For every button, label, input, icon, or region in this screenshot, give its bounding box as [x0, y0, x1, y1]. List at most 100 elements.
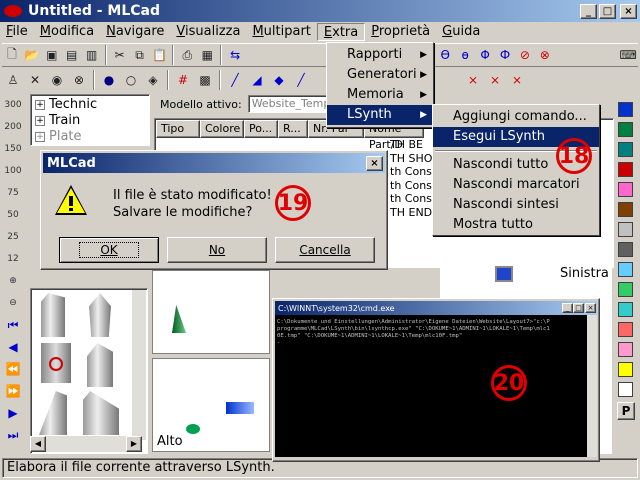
quad-icon[interactable]: ◆ — [268, 69, 290, 91]
select-icon[interactable]: ◉ — [46, 69, 68, 91]
cmd-minimize-button[interactable]: _ — [562, 303, 573, 313]
expand-icon[interactable]: + — [35, 116, 45, 126]
zoom-25-icon[interactable]: 25 — [2, 226, 24, 248]
menu-file[interactable]: File — [0, 23, 34, 41]
prev-step-icon[interactable]: ◀ — [2, 336, 24, 358]
cmd-close-button[interactable]: × — [585, 303, 596, 313]
menu-item-nascondi-marcatori[interactable]: Nascondi marcatori — [433, 175, 599, 195]
menu-multipart[interactable]: Multipart — [246, 23, 316, 41]
dialog-close-button[interactable]: × — [366, 155, 383, 171]
color-swatch[interactable] — [618, 242, 633, 257]
save-icon[interactable]: ▣ — [42, 44, 62, 66]
bulb-icon[interactable]: ● — [98, 69, 120, 91]
cut-icon[interactable]: ✂ — [110, 44, 130, 66]
last-step-icon[interactable]: ⏭ — [2, 424, 24, 446]
part-thumb[interactable] — [87, 343, 113, 387]
view-front[interactable] — [152, 270, 270, 354]
zoom-200-icon[interactable]: 200 — [2, 116, 24, 138]
menu-visualizza[interactable]: Visualizza — [170, 23, 246, 41]
col-colore[interactable]: Colore — [200, 120, 244, 138]
bulb-off-icon[interactable]: ○ — [120, 69, 142, 91]
zoom-fit-icon[interactable]: ⊕ — [2, 270, 24, 292]
first-step-icon[interactable]: ⏮ — [2, 314, 24, 336]
horizontal-scrollbar[interactable]: ◀ ▶ — [30, 436, 142, 452]
zoom-50-icon[interactable]: 50 — [2, 204, 24, 226]
rotate-free-icon[interactable]: ⊘ — [515, 44, 535, 66]
print-preview-icon[interactable]: ▦ — [197, 44, 217, 66]
condline-icon[interactable]: ╱ — [290, 69, 312, 91]
save-all-icon[interactable]: ▤ — [62, 44, 82, 66]
delete-icon[interactable]: ✕ — [24, 69, 46, 91]
minimize-button[interactable]: _ — [580, 3, 597, 19]
zoom-all-icon[interactable]: ⊖ — [2, 292, 24, 314]
menu-item-lsynth[interactable]: LSynth ▶ — [327, 105, 433, 125]
cmd-scrollbar[interactable] — [587, 315, 597, 457]
deselect-icon[interactable]: ⊗ — [68, 69, 90, 91]
color-swatch[interactable] — [618, 122, 633, 137]
scroll-left-icon[interactable]: ◀ — [30, 436, 46, 452]
color-swatch[interactable] — [618, 162, 633, 177]
color-swatch[interactable] — [618, 142, 633, 157]
col-posizione[interactable]: Po... — [244, 120, 278, 138]
hide-y-icon[interactable]: ⨯ — [484, 69, 506, 91]
part-thumb[interactable] — [89, 293, 111, 337]
menu-extra[interactable]: Extra — [316, 23, 366, 41]
maximize-button[interactable]: □ — [599, 3, 616, 19]
paste-icon[interactable]: 📋 — [149, 44, 169, 66]
next-step-icon[interactable]: ▶ — [2, 402, 24, 424]
color-swatch[interactable] — [618, 282, 633, 297]
expand-icon[interactable]: + — [35, 132, 45, 142]
save-as-icon[interactable]: ▥ — [82, 44, 102, 66]
hide-x-icon[interactable]: ⨯ — [462, 69, 484, 91]
cancel-button[interactable]: Cancella — [275, 237, 375, 263]
tree-item-technic[interactable]: + Technic — [35, 97, 145, 113]
color-swatch[interactable] — [618, 262, 633, 277]
hide-z-icon[interactable]: ⨯ — [506, 69, 528, 91]
zoom-150-icon[interactable]: 150 — [2, 138, 24, 160]
keyboard-icon[interactable]: ⌨ — [618, 44, 638, 66]
rotate-z-icon[interactable]: Φ — [475, 44, 495, 66]
color-swatch[interactable] — [618, 382, 633, 397]
move-left-icon[interactable]: ⇆ — [225, 44, 245, 66]
color-swatch[interactable] — [618, 322, 633, 337]
color-swatch[interactable] — [618, 302, 633, 317]
color-swatch[interactable] — [618, 342, 633, 357]
line-icon[interactable]: ╱ — [224, 69, 246, 91]
close-window-button[interactable]: × — [620, 3, 637, 19]
menu-item-nascondi-sintesi[interactable]: Nascondi sintesi — [433, 195, 599, 215]
person-icon[interactable]: ♙ — [2, 69, 24, 91]
cmd-console[interactable]: C:\Dokumente und Einstellungen\Administr… — [275, 315, 589, 457]
menu-modifica[interactable]: Modifica — [34, 23, 100, 41]
color-swatch[interactable] — [618, 182, 633, 197]
menu-item-aggiungi-comando[interactable]: Aggiungi comando... — [433, 107, 599, 127]
zoom-100-icon[interactable]: 100 — [2, 160, 24, 182]
new-file-icon[interactable]: 🗋 — [2, 44, 22, 66]
color-swatch[interactable] — [618, 362, 633, 377]
menu-item-memoria[interactable]: Memoria ▶ — [327, 85, 433, 105]
grid-icon[interactable]: # — [172, 69, 194, 91]
menu-proprieta[interactable]: Proprietà — [365, 23, 436, 41]
scroll-right-icon[interactable]: ▶ — [126, 436, 142, 452]
color-swatch[interactable] — [618, 222, 633, 237]
color-swatch[interactable] — [618, 202, 633, 217]
menu-guida[interactable]: Guida — [436, 23, 486, 41]
zoom-300-icon[interactable]: 300 — [2, 94, 24, 116]
triangle-icon[interactable]: ◢ — [246, 69, 268, 91]
forward-icon[interactable]: ⏩ — [2, 380, 24, 402]
tree-item-plate[interactable]: + Plate — [35, 129, 145, 145]
part-thumb[interactable] — [83, 391, 119, 435]
part-icon[interactable]: ◈ — [142, 69, 164, 91]
menu-item-mostra-tutto[interactable]: Mostra tutto — [433, 215, 599, 235]
zoom-12-icon[interactable]: 12 — [2, 248, 24, 270]
menu-navigare[interactable]: Navigare — [100, 23, 170, 41]
cmd-maximize-button[interactable]: □ — [573, 303, 584, 313]
col-tipo[interactable]: Tipo — [156, 120, 200, 138]
no-button[interactable]: No — [167, 237, 267, 263]
preview-scrollbar[interactable] — [132, 290, 146, 440]
menu-item-rapporti[interactable]: Rapporti ▶ — [327, 45, 433, 65]
copy-icon[interactable]: ⧉ — [130, 44, 150, 66]
palette-button[interactable]: P — [617, 402, 635, 420]
color-swatch[interactable] — [618, 102, 633, 117]
rotate-y-icon[interactable]: ɵ — [455, 44, 475, 66]
ok-button[interactable]: OK — [59, 237, 159, 263]
